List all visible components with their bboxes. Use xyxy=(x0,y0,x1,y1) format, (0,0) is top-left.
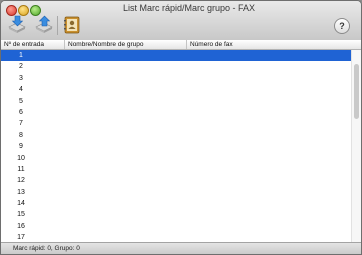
table-row[interactable]: 1 xyxy=(1,50,351,62)
status-bar: Marc rápid: 0, Grupo: 0 xyxy=(1,242,361,254)
table-row[interactable]: 16 xyxy=(1,221,351,232)
entry-number: 2 xyxy=(19,63,23,71)
entry-number: 7 xyxy=(19,120,23,128)
entry-number: 17 xyxy=(17,234,25,242)
entry-number: 10 xyxy=(17,154,25,162)
entry-table: Nº de entrada Nombre/Nombre de grupo Núm… xyxy=(1,40,361,242)
scrollbar-thumb[interactable] xyxy=(354,64,359,119)
entry-number: 4 xyxy=(19,86,23,94)
entry-number: 11 xyxy=(17,165,25,173)
table-header: Nº de entrada Nombre/Nombre de grupo Núm… xyxy=(1,40,361,50)
table-row[interactable]: 13 xyxy=(1,187,351,198)
entry-number: 16 xyxy=(17,222,25,230)
address-book-button[interactable] xyxy=(61,14,83,36)
entry-number: 6 xyxy=(19,108,23,116)
entry-number: 14 xyxy=(17,200,25,208)
export-icon xyxy=(35,15,53,33)
column-header-entry-number[interactable]: Nº de entrada xyxy=(1,40,63,49)
entry-number: 3 xyxy=(19,74,23,82)
table-row[interactable]: 6 xyxy=(1,107,351,118)
table-row[interactable]: 2 xyxy=(1,61,351,72)
table-row[interactable]: 17 xyxy=(1,232,351,242)
toolbar-separator xyxy=(57,16,58,35)
entry-number: 12 xyxy=(17,177,25,185)
export-button[interactable] xyxy=(33,14,55,36)
table-row[interactable]: 14 xyxy=(1,198,351,209)
column-header-fax-number[interactable]: Número de fax xyxy=(186,40,351,49)
window-title: List Marc rápid/Marc grupo - FAX xyxy=(122,3,256,13)
table-row[interactable]: 7 xyxy=(1,118,351,129)
table-row[interactable]: 9 xyxy=(1,141,351,152)
entry-number: 8 xyxy=(19,131,23,139)
entry-number: 15 xyxy=(17,211,25,219)
column-header-name[interactable]: Nombre/Nombre de grupo xyxy=(64,40,186,49)
address-book-icon xyxy=(64,16,80,34)
fax-list-window: List Marc rápid/Marc grupo - FAX ? Nº de… xyxy=(0,0,362,255)
table-row[interactable]: 11 xyxy=(1,164,351,175)
vertical-scrollbar[interactable] xyxy=(351,50,361,242)
table-rows: 1 2 3 4 5 6 7 8 9 10 11 12 13 14 15 16 1… xyxy=(1,50,351,242)
table-row[interactable]: 10 xyxy=(1,153,351,164)
table-row[interactable]: 8 xyxy=(1,130,351,141)
help-button[interactable]: ? xyxy=(334,18,350,34)
title-bar: List Marc rápid/Marc grupo - FAX ? xyxy=(1,1,361,41)
entry-number: 9 xyxy=(19,143,23,151)
table-row[interactable]: 15 xyxy=(1,209,351,220)
table-row[interactable]: 12 xyxy=(1,175,351,186)
entry-number: 5 xyxy=(19,97,23,105)
table-row[interactable]: 3 xyxy=(1,73,351,84)
entry-number: 1 xyxy=(19,52,23,59)
import-icon xyxy=(8,15,26,33)
table-row[interactable]: 4 xyxy=(1,84,351,95)
import-button[interactable] xyxy=(6,14,28,36)
entry-number: 13 xyxy=(17,188,25,196)
table-row[interactable]: 5 xyxy=(1,96,351,107)
